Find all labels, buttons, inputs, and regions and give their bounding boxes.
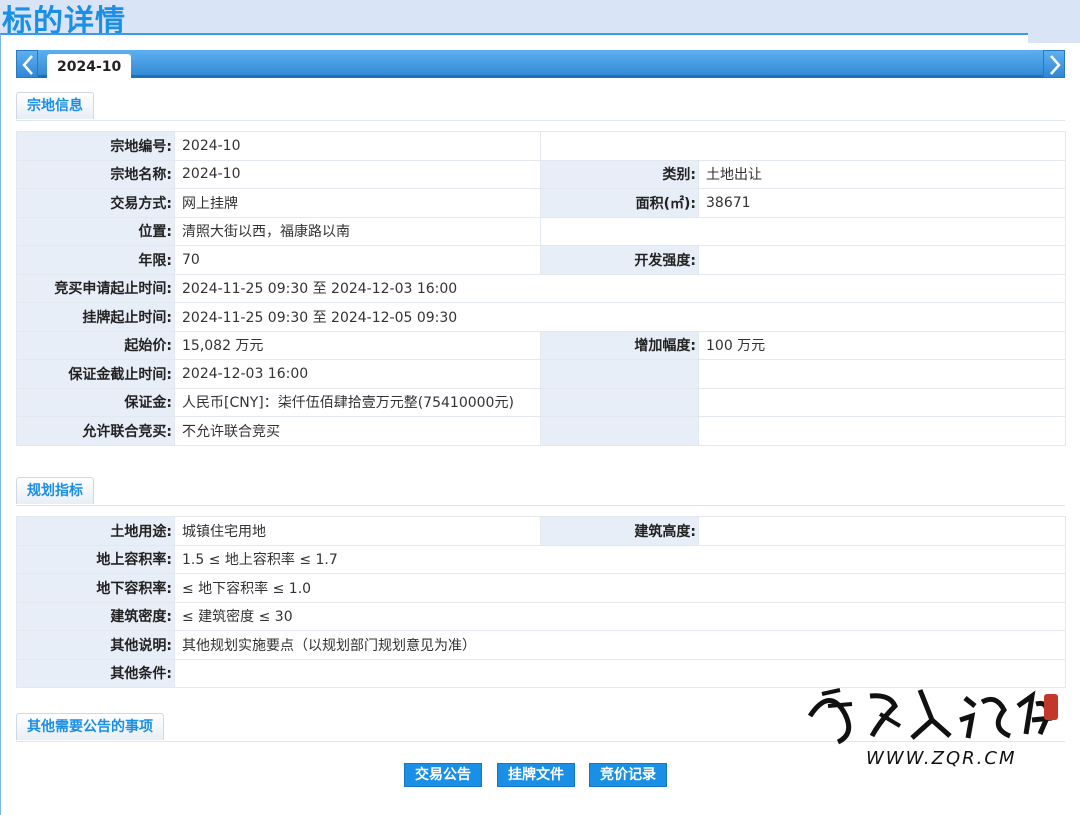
table-row: 地下容积率: ≤ 地下容积率 ≤ 1.0 <box>16 573 1066 603</box>
field-value: 其他规划实施要点（以规划部门规划意见为准） <box>174 630 1066 660</box>
field-value: 2024-10 <box>174 131 541 161</box>
tab-parcel[interactable]: 2024-10 <box>47 54 132 78</box>
table-row: 挂牌起止时间: 2024-11-25 09:30 至 2024-12-05 09… <box>16 302 1066 332</box>
table-row: 年限: 70 开发强度: <box>16 245 1066 275</box>
field-value: 2024-12-03 16:00 <box>174 359 541 389</box>
field-value: 70 <box>174 245 541 275</box>
action-buttons: 交易公告 挂牌文件 竞价记录 <box>0 763 1080 787</box>
field-label: 类别: <box>540 159 699 189</box>
field-value: ≤ 地下容积率 ≤ 1.0 <box>174 573 1066 603</box>
field-value: 2024-10 <box>174 159 541 189</box>
section-planning: 规划指标 <box>16 477 1065 506</box>
planning-table: 土地用途: 城镇住宅用地 建筑高度: 地上容积率: 1.5 ≤ 地上容积率 ≤ … <box>16 516 1066 688</box>
land-info-table: 宗地编号: 2024-10 宗地名称: 2024-10 类别: 土地出让 交易方… <box>16 131 1066 446</box>
table-row: 宗地编号: 2024-10 <box>16 131 1066 161</box>
field-value: 38671 <box>698 188 1066 218</box>
chevron-right-icon <box>1050 55 1061 75</box>
field-label: 宗地编号: <box>16 131 175 161</box>
field-value: 100 万元 <box>698 330 1066 360</box>
bid-records-button[interactable]: 竞价记录 <box>589 763 667 787</box>
table-row: 建筑密度: ≤ 建筑密度 ≤ 30 <box>16 601 1066 631</box>
table-row: 保证金截止时间: 2024-12-03 16:00 <box>16 359 1066 389</box>
table-row: 其他条件: <box>16 658 1066 688</box>
field-label: 允许联合竞买: <box>16 416 175 446</box>
field-label: 其他说明: <box>16 630 175 660</box>
section-title: 其他需要公告的事项 <box>16 713 164 740</box>
tab-bar: 2024-10 <box>16 50 1065 78</box>
field-value: 2024-11-25 09:30 至 2024-12-05 09:30 <box>174 302 1066 332</box>
field-label: 开发强度: <box>540 245 699 275</box>
field-value: 土地出让 <box>698 159 1066 189</box>
field-label: 保证金: <box>16 387 175 417</box>
field-value <box>698 245 1066 275</box>
field-value: 不允许联合竞买 <box>174 416 541 446</box>
table-row: 地上容积率: 1.5 ≤ 地上容积率 ≤ 1.7 <box>16 544 1066 574</box>
field-label: 保证金截止时间: <box>16 359 175 389</box>
field-value <box>698 516 1066 546</box>
table-row: 宗地名称: 2024-10 类别: 土地出让 <box>16 159 1066 189</box>
section-title: 宗地信息 <box>16 92 94 119</box>
field-value: 城镇住宅用地 <box>174 516 541 546</box>
field-value <box>174 658 1066 688</box>
table-row: 起始价: 15,082 万元 增加幅度: 100 万元 <box>16 330 1066 360</box>
table-row: 土地用途: 城镇住宅用地 建筑高度: <box>16 516 1066 546</box>
field-label: 建筑密度: <box>16 601 175 631</box>
table-row: 交易方式: 网上挂牌 面积(㎡): 38671 <box>16 188 1066 218</box>
field-value: 1.5 ≤ 地上容积率 ≤ 1.7 <box>174 544 1066 574</box>
section-land-info: 宗地信息 <box>16 92 1065 121</box>
section-other-notices: 其他需要公告的事项 <box>16 713 1065 742</box>
chevron-left-icon <box>22 55 33 75</box>
field-label: 起始价: <box>16 330 175 360</box>
field-label: 年限: <box>16 245 175 275</box>
table-row: 其他说明: 其他规划实施要点（以规划部门规划意见为准） <box>16 630 1066 660</box>
field-label: 竞买申请起止时间: <box>16 273 175 303</box>
field-label: 土地用途: <box>16 516 175 546</box>
field-value: 15,082 万元 <box>174 330 541 360</box>
field-value: ≤ 建筑密度 ≤ 30 <box>174 601 1066 631</box>
field-label: 增加幅度: <box>540 330 699 360</box>
table-row: 允许联合竞买: 不允许联合竞买 <box>16 416 1066 446</box>
table-row: 保证金: 人民币[CNY]：柒仟伍佰肆拾壹万元整(75410000元) <box>16 387 1066 417</box>
field-label: 地下容积率: <box>16 573 175 603</box>
field-value: 2024-11-25 09:30 至 2024-12-03 16:00 <box>174 273 1066 303</box>
field-label: 宗地名称: <box>16 159 175 189</box>
field-value: 网上挂牌 <box>174 188 541 218</box>
field-label: 地上容积率: <box>16 544 175 574</box>
field-label: 建筑高度: <box>540 516 699 546</box>
tab-scroll-left-button[interactable] <box>16 50 38 78</box>
table-row: 竞买申请起止时间: 2024-11-25 09:30 至 2024-12-03 … <box>16 273 1066 303</box>
field-value: 清照大街以西，福康路以南 <box>174 216 541 246</box>
field-label: 其他条件: <box>16 658 175 688</box>
field-label: 挂牌起止时间: <box>16 302 175 332</box>
listing-docs-button[interactable]: 挂牌文件 <box>497 763 575 787</box>
section-title: 规划指标 <box>16 477 94 504</box>
field-label: 交易方式: <box>16 188 175 218</box>
table-row: 位置: 清照大街以西，福康路以南 <box>16 216 1066 246</box>
tab-scroll-right-button[interactable] <box>1043 50 1065 78</box>
field-label: 面积(㎡): <box>540 188 699 218</box>
field-label: 位置: <box>16 216 175 246</box>
trade-notice-button[interactable]: 交易公告 <box>404 763 482 787</box>
field-value: 人民币[CNY]：柒仟伍佰肆拾壹万元整(75410000元) <box>174 387 541 417</box>
